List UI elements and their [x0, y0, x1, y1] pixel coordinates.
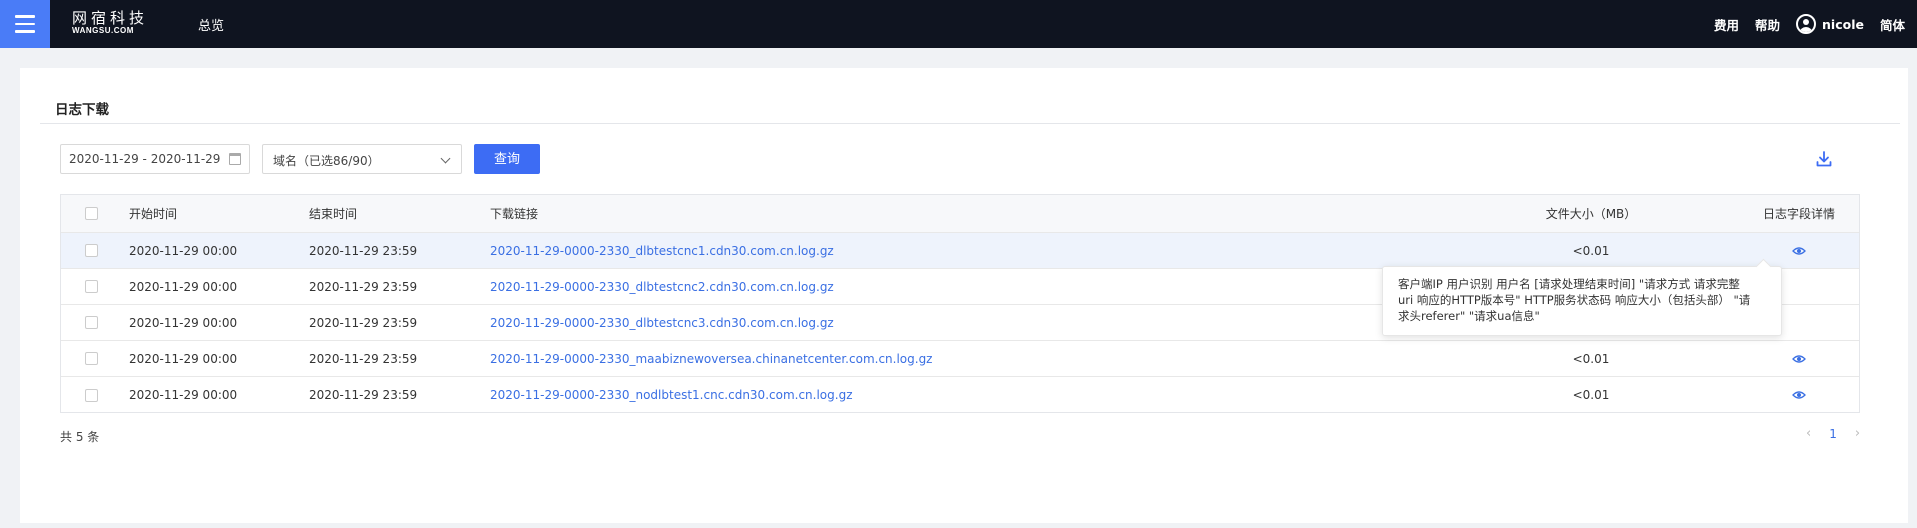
eye-icon[interactable] — [1792, 244, 1806, 258]
tooltip-line: uri 响应的HTTP版本号" HTTP服务状态码 响应大小（包括头部） "请 — [1398, 293, 1751, 307]
fees-link[interactable]: 费用 — [1714, 15, 1739, 34]
header-file-size: 文件大小（MB） — [1545, 207, 1637, 221]
row-checkbox[interactable] — [85, 388, 98, 402]
download-link[interactable]: 2020-11-29-0000-2330_maabiznewoversea.ch… — [490, 352, 932, 366]
file-size-cell: <0.01 — [1572, 351, 1610, 366]
hamburger-menu-button[interactable] — [0, 0, 50, 48]
download-link[interactable]: 2020-11-29-0000-2330_nodlbtest1.cnc.cdn3… — [490, 388, 853, 402]
download-link[interactable]: 2020-11-29-0000-2330_dlbtestcnc2.cdn30.c… — [490, 280, 834, 294]
file-size-cell: <0.01 — [1572, 388, 1610, 402]
page-title: 日志下载 — [55, 102, 109, 118]
calendar-icon — [229, 153, 241, 165]
download-link-cell: 2020-11-29-0000-2330_maabiznewoversea.ch… — [490, 341, 932, 376]
top-navigation-bar: 网宿科技 WANGSU.COM 总览 费用 帮助 nicole 简体 — [0, 0, 1917, 48]
download-link[interactable]: 2020-11-29-0000-2330_dlbtestcnc1.cdn30.c… — [490, 244, 834, 258]
tooltip-line: 客户端IP 用户识别 用户名 [请求处理结束时间] "请求方式 请求完整 — [1398, 277, 1740, 291]
row-checkbox[interactable] — [85, 316, 98, 329]
row-checkbox-cell — [85, 233, 99, 268]
end-time-cell: 2020-11-29 23:59 — [309, 243, 418, 258]
row-checkbox[interactable] — [85, 244, 98, 257]
header-log-field-details: 日志字段详情 — [1762, 207, 1835, 221]
help-link[interactable]: 帮助 — [1755, 15, 1780, 34]
page-number[interactable]: 1 — [1829, 427, 1837, 441]
start-time-cell: 2020-11-29 00:00 — [129, 388, 238, 402]
query-button[interactable]: 查询 — [474, 144, 540, 174]
prev-page-icon[interactable]: ‹ — [1806, 426, 1811, 441]
start-time-cell: 2020-11-29 00:00 — [129, 315, 238, 330]
detail-cell — [1741, 341, 1857, 376]
language-switch[interactable]: 简体 — [1880, 15, 1905, 34]
row-checkbox[interactable] — [85, 352, 98, 365]
detail-cell — [1741, 377, 1857, 413]
logo-chinese-text: 网宿科技 — [72, 9, 149, 27]
start-time-cell: 2020-11-29 00:00 — [129, 351, 238, 366]
chevron-down-icon — [440, 153, 451, 164]
download-icon[interactable] — [1814, 149, 1834, 169]
top-right-menu: 费用 帮助 nicole 简体 — [1714, 0, 1905, 48]
log-field-details-tooltip: 客户端IP 用户识别 用户名 [请求处理结束时间] "请求方式 请求完整 uri… — [1382, 266, 1782, 336]
row-checkbox[interactable] — [85, 280, 98, 293]
row-checkbox-cell — [85, 269, 99, 304]
tooltip-line: 求头referer" "请求ua信息" — [1398, 309, 1540, 323]
file-size-cell: <0.01 — [1572, 243, 1610, 258]
hamburger-menu-icon-bar — [15, 30, 35, 33]
user-avatar-icon — [1796, 14, 1817, 34]
table-row: 2020-11-29 00:00 2020-11-29 23:59 2020-1… — [61, 377, 1859, 413]
user-menu[interactable]: nicole — [1796, 14, 1864, 34]
select-all-checkbox[interactable] — [85, 207, 98, 220]
download-link-cell: 2020-11-29-0000-2330_dlbtestcnc1.cdn30.c… — [490, 233, 834, 268]
end-time-cell: 2020-11-29 23:59 — [309, 388, 418, 402]
next-page-icon[interactable]: › — [1855, 426, 1860, 441]
domain-select-value: 域名（已选86/90） — [273, 154, 380, 168]
row-checkbox-cell — [85, 305, 99, 340]
domain-select[interactable]: 域名（已选86/90） — [262, 144, 462, 174]
row-checkbox-cell — [85, 341, 99, 376]
pagination: ‹ 1 › — [1806, 426, 1860, 441]
title-divider — [40, 123, 1900, 124]
download-link-cell: 2020-11-29-0000-2330_dlbtestcnc2.cdn30.c… — [490, 269, 834, 304]
end-time-cell: 2020-11-29 23:59 — [309, 315, 418, 330]
start-time-cell: 2020-11-29 00:00 — [129, 279, 238, 294]
date-range-value: 2020-11-29 - 2020-11-29 — [69, 152, 221, 166]
eye-icon[interactable] — [1792, 388, 1806, 402]
eye-icon[interactable] — [1792, 352, 1806, 366]
select-all-checkbox-cell — [85, 195, 99, 232]
table-row: 2020-11-29 00:00 2020-11-29 23:59 2020-1… — [61, 233, 1859, 269]
start-time-cell: 2020-11-29 00:00 — [129, 243, 238, 258]
nav-overview-link[interactable]: 总览 — [198, 15, 224, 34]
header-download-link: 下载链接 — [490, 207, 539, 221]
username-label: nicole — [1822, 16, 1864, 32]
table-header-row: 开始时间 结束时间 下载链接 文件大小（MB） 日志字段详情 — [61, 195, 1859, 233]
download-link-cell: 2020-11-29-0000-2330_dlbtestcnc3.cdn30.c… — [490, 305, 834, 340]
end-time-cell: 2020-11-29 23:59 — [309, 351, 418, 366]
header-end-time: 结束时间 — [309, 207, 358, 221]
header-start-time: 开始时间 — [129, 207, 178, 221]
hamburger-menu-icon-bar — [15, 22, 35, 26]
total-count: 共 5 条 — [60, 430, 100, 444]
hamburger-menu-icon-bar — [15, 15, 35, 18]
end-time-cell: 2020-11-29 23:59 — [309, 279, 418, 294]
download-link-cell: 2020-11-29-0000-2330_nodlbtest1.cnc.cdn3… — [490, 377, 853, 413]
date-range-picker[interactable]: 2020-11-29 - 2020-11-29 — [60, 144, 250, 174]
download-link[interactable]: 2020-11-29-0000-2330_dlbtestcnc3.cdn30.c… — [490, 316, 834, 330]
table-row: 2020-11-29 00:00 2020-11-29 23:59 2020-1… — [61, 341, 1859, 377]
logo-english-text: WANGSU.COM — [72, 26, 134, 35]
row-checkbox-cell — [85, 377, 99, 413]
company-logo[interactable]: 网宿科技 WANGSU.COM — [72, 10, 148, 36]
